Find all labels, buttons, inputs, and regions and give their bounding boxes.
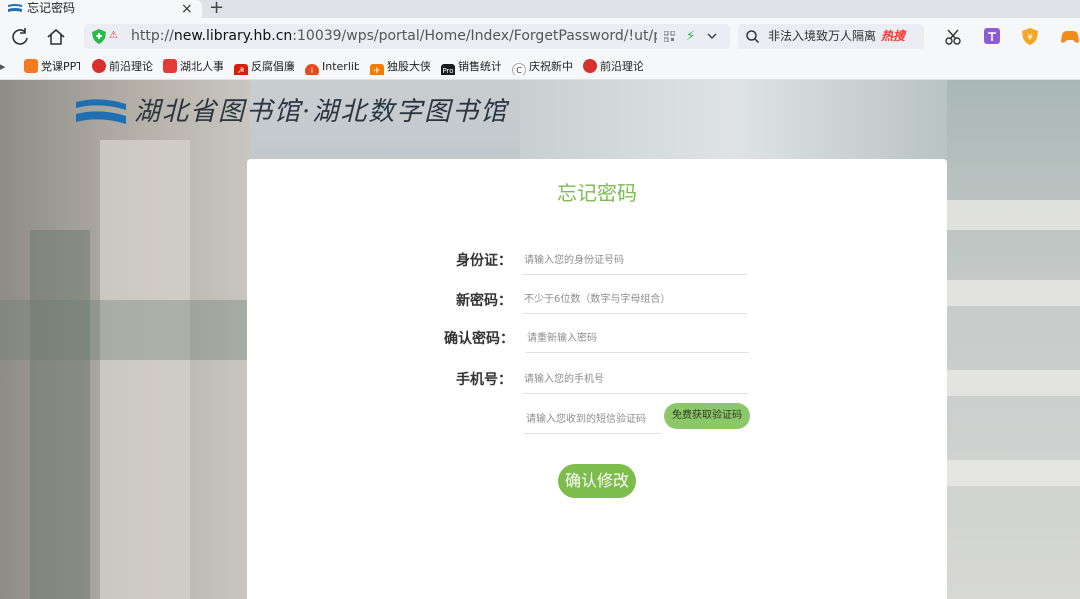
search-icon bbox=[746, 30, 759, 43]
security-shield-icon[interactable] bbox=[92, 29, 106, 44]
library-favicon-icon bbox=[8, 4, 22, 12]
bookmark-item[interactable]: i Interlib bbox=[305, 59, 359, 75]
url-text[interactable]: http://new.library.hb.cn:10039/wps/porta… bbox=[131, 24, 657, 49]
background-pillar bbox=[30, 230, 90, 599]
browser-tab[interactable]: 忘记密码 × bbox=[0, 0, 202, 18]
interlib-icon: i bbox=[305, 64, 319, 75]
hot-search-badge: 热搜 bbox=[881, 29, 906, 43]
bookmark-label: 湖北人事 bbox=[180, 60, 223, 73]
red-circle-icon bbox=[92, 59, 106, 73]
url-scheme: http:// bbox=[131, 28, 174, 44]
phone-input[interactable] bbox=[522, 366, 748, 394]
background-band bbox=[947, 460, 1080, 486]
bookmark-label: 前沿理论 bbox=[600, 60, 643, 73]
chevron-down-icon[interactable] bbox=[706, 30, 718, 42]
tab-bar: 忘记密码 × + bbox=[0, 0, 1080, 18]
qr-code-icon[interactable] bbox=[664, 31, 675, 42]
id-card-input[interactable] bbox=[522, 247, 747, 275]
game-controller-icon[interactable] bbox=[1060, 27, 1080, 47]
confirm-password-label: 确认密码： bbox=[444, 331, 514, 347]
new-tab-icon[interactable]: + bbox=[209, 0, 224, 18]
forget-password-card: 忘记密码 身份证： 新密码： 确认密码： 手机号： 免费获取验证码 确认修改 bbox=[247, 159, 947, 599]
party-emblem-icon: ☭ bbox=[234, 64, 248, 75]
home-icon[interactable] bbox=[45, 26, 67, 48]
new-password-input[interactable] bbox=[522, 286, 747, 314]
bookmark-label: 反腐倡廉 bbox=[251, 60, 294, 73]
reload-icon[interactable] bbox=[9, 26, 31, 48]
confirm-password-input[interactable] bbox=[525, 325, 749, 353]
bookmark-item[interactable]: ☭ 反腐倡廉 bbox=[234, 59, 294, 75]
tab-title: 忘记密码 bbox=[27, 1, 76, 15]
bird-icon: ✈ bbox=[370, 64, 384, 75]
c-icon: C bbox=[512, 63, 526, 75]
insecure-connection-icon[interactable]: ⚠ bbox=[109, 28, 118, 44]
coin-shield-icon[interactable]: ¥ bbox=[1021, 27, 1041, 47]
url-host: new.library.hb.cn bbox=[173, 28, 293, 44]
bookmark-label: 独股大侠 bbox=[387, 60, 430, 73]
background-band bbox=[947, 370, 1080, 396]
translate-icon[interactable] bbox=[983, 27, 1003, 47]
bookmark-item[interactable]: 湖北人事 bbox=[163, 59, 223, 75]
library-logo-text: 湖北省图书馆·湖北数字图书馆 bbox=[134, 97, 509, 127]
phone-label: 手机号： bbox=[456, 372, 512, 388]
page-background: 湖北省图书馆·湖北数字图书馆 忘记密码 身份证： 新密码： 确认密码： 手机号：… bbox=[0, 80, 1080, 599]
library-logo-icon bbox=[76, 99, 126, 124]
library-logo[interactable]: 湖北省图书馆·湖北数字图书馆 bbox=[74, 92, 514, 132]
bookmark-item[interactable]: 党课PPT bbox=[24, 59, 80, 75]
background-band bbox=[0, 300, 250, 360]
tab-close-icon[interactable]: × bbox=[181, 0, 193, 18]
search-suggestion: 非法入境致万人隔离 bbox=[768, 29, 877, 43]
bookmarks-bar: ▸ 党课PPT 前沿理论 湖北人事 ☭ 反腐倡廉 i Interlib ✈ 独股大侠 … bbox=[0, 55, 1080, 80]
navigation-bar: ⚠ http://new.library.hb.cn:10039/wps/por… bbox=[0, 18, 1080, 55]
bookmark-label: 庆祝新中 bbox=[529, 60, 572, 73]
id-card-label: 身份证： bbox=[456, 253, 512, 269]
bookmark-item[interactable]: C 庆祝新中 bbox=[512, 59, 572, 75]
confirm-change-button[interactable]: 确认修改 bbox=[558, 464, 636, 498]
bookmark-item[interactable]: 前沿理论 bbox=[92, 59, 153, 75]
orange-square-icon bbox=[24, 59, 38, 73]
speed-mode-icon[interactable]: ⚡ bbox=[686, 24, 695, 49]
background-ceiling bbox=[520, 80, 947, 160]
background-pillar bbox=[100, 140, 190, 599]
bookmark-item[interactable]: Pro 销售统计 bbox=[441, 59, 501, 75]
bookmark-label: Interlib bbox=[322, 60, 359, 73]
scissors-icon[interactable] bbox=[944, 27, 964, 47]
address-bar[interactable]: ⚠ http://new.library.hb.cn:10039/wps/por… bbox=[84, 24, 730, 49]
pro-icon: Pro bbox=[441, 64, 455, 75]
sms-code-input[interactable] bbox=[524, 406, 662, 434]
bookmarks-overflow-icon[interactable]: ▸ bbox=[0, 59, 16, 75]
svg-text:¥: ¥ bbox=[1027, 33, 1033, 43]
bookmark-item[interactable]: 前沿理论 bbox=[583, 59, 643, 75]
bookmark-label: 党课PPT bbox=[41, 60, 80, 73]
red-square-icon bbox=[163, 59, 177, 73]
background-band bbox=[947, 280, 1080, 306]
background-band bbox=[947, 200, 1080, 230]
page-title: 忘记密码 bbox=[557, 181, 637, 205]
url-path: :10039/wps/portal/Home/Index/ForgetPassw… bbox=[292, 28, 657, 44]
get-sms-code-button[interactable]: 免费获取验证码 bbox=[664, 403, 750, 429]
background-building-right bbox=[947, 80, 1080, 599]
new-password-label: 新密码： bbox=[456, 293, 512, 309]
bookmark-label: 前沿理论 bbox=[109, 60, 153, 73]
bookmark-label: 销售统计 bbox=[458, 60, 501, 73]
red-circle-icon bbox=[583, 59, 597, 73]
bookmark-item[interactable]: ✈ 独股大侠 bbox=[370, 59, 430, 75]
search-box[interactable]: 非法入境致万人隔离 热搜 bbox=[738, 24, 924, 49]
